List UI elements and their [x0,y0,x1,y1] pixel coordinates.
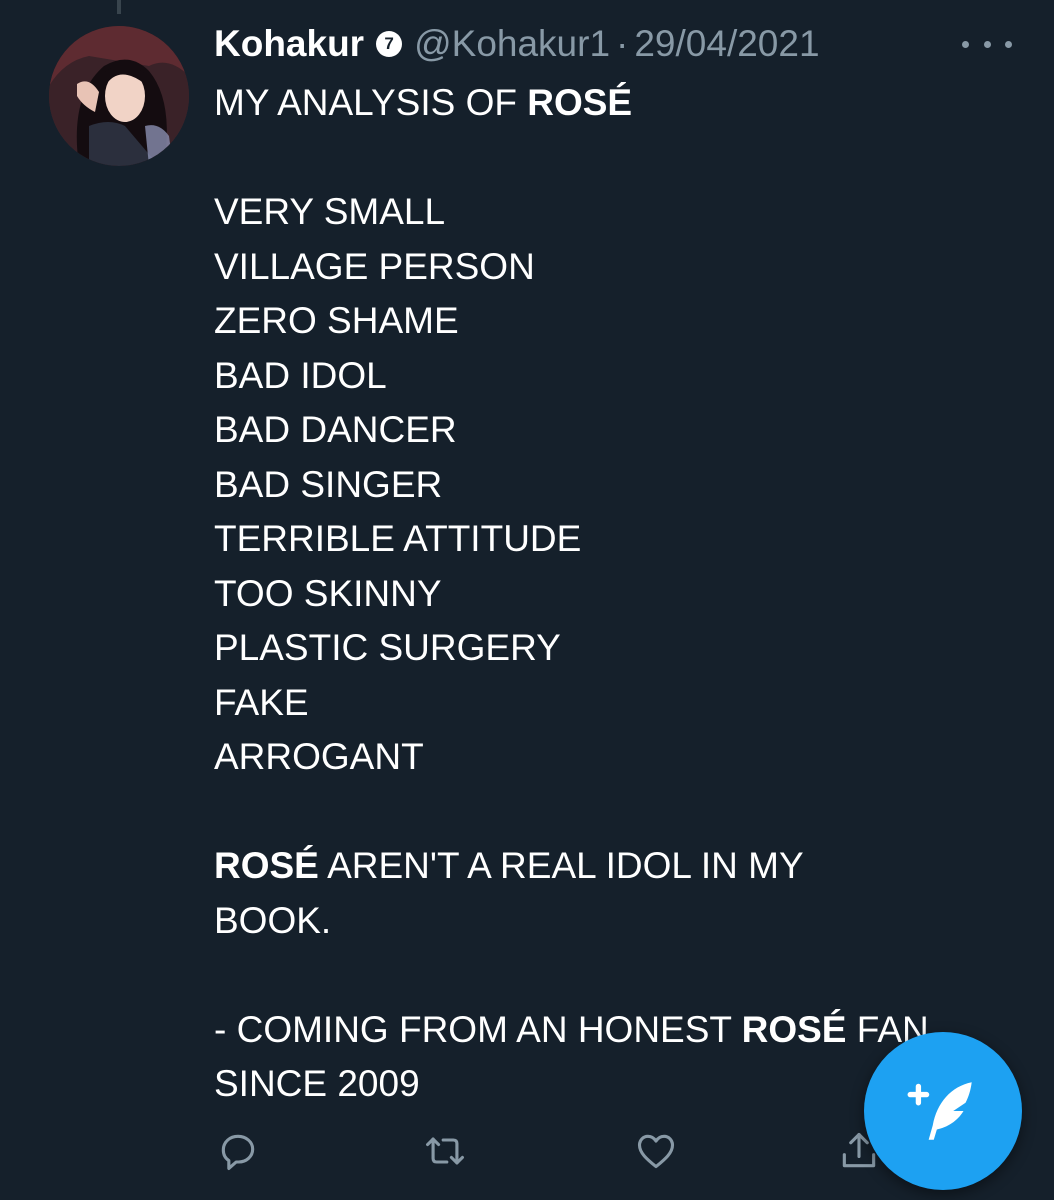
title-prefix: MY ANALYSIS OF [214,82,528,123]
list-item: TERRIBLE ATTITUDE [214,518,582,559]
header-separator: · [616,23,629,64]
tweet-header: Kohakur 7 @Kohakur1 · 29/04/2021 [214,20,820,68]
list-item: VERY SMALL [214,191,446,232]
reply-icon [221,1134,255,1170]
author-display-name[interactable]: Kohakur [214,23,364,65]
tweet-line-verdict-2: BOOK. [214,899,332,941]
list-item: ARROGANT [214,736,424,777]
list-item: PLASTIC SURGERY [214,627,561,668]
avatar-image [49,26,189,166]
tweet-line-title: MY ANALYSIS OF ROSÉ [214,76,1024,131]
avatar[interactable] [49,26,189,166]
list-item: VILLAGE PERSON [214,245,535,287]
author-handle[interactable]: @Kohakur1 [414,23,610,65]
verdict-rest: AREN'T A REAL IDOL IN MY [318,845,804,886]
list-item: TOO SKINNY [214,572,442,614]
badge-icon: 7 [376,31,403,57]
title-bold-name: ROSÉ [527,82,633,123]
reply-button[interactable] [211,1124,265,1178]
list-item: ZERO SHAME [214,300,459,341]
closing-bold-name: ROSÉ [741,1008,847,1050]
compose-tweet-button[interactable] [864,1032,1022,1190]
tweet-line-verdict: ROSÉ AREN'T A REAL IDOL IN MY [214,839,1024,894]
list-item: FAKE [214,681,309,723]
closing-prefix: - COMING FROM AN HONEST [214,1008,742,1050]
tweet-date[interactable]: 29/04/2021 [634,23,819,65]
thread-connector-line [117,0,121,14]
more-options-icon[interactable] [962,36,1012,52]
verdict-bold-name: ROSÉ [214,845,319,886]
like-button[interactable] [629,1124,683,1178]
heart-icon [637,1134,675,1169]
retweet-icon [426,1137,464,1165]
compose-feather-icon [907,1082,972,1140]
retweet-button[interactable] [418,1124,472,1178]
tweet-text: MY ANALYSIS OF ROSÉ VERY SMALL VILLAGE P… [214,76,1024,1112]
list-item: BAD SINGER [214,463,443,505]
list-item: BAD DANCER [214,409,457,450]
list-item: BAD IDOL [214,354,387,396]
